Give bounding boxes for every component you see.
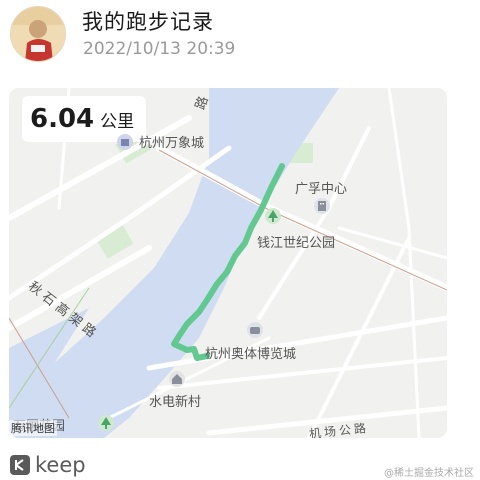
- avatar[interactable]: [10, 6, 66, 62]
- garden-tree-icon: [98, 415, 114, 431]
- keep-logo-icon: [10, 455, 30, 475]
- distance-value: 6.04: [30, 104, 95, 134]
- map-label-shuidian[interactable]: 水电新村: [149, 391, 201, 410]
- map-label-guangyu[interactable]: 广孚中心: [295, 178, 347, 197]
- park-tree-icon: [265, 208, 281, 224]
- route-map[interactable]: 6.04 公里 杭州万象城 路 广孚中心 钱江世纪公园 秋石高架路 杭州奥体博览…: [9, 88, 447, 438]
- keep-logo: keep: [10, 453, 86, 477]
- residence-icon: [169, 371, 185, 387]
- avatar-image: [11, 7, 65, 61]
- mall-icon: [117, 134, 133, 150]
- map-label-qianjiang-park[interactable]: 钱江世纪公园: [257, 232, 335, 251]
- map-label-olympic-expo[interactable]: 杭州奥体博览城: [205, 343, 296, 362]
- run-timestamp: 2022/10/13 20:39: [83, 39, 236, 59]
- keep-logo-text: keep: [35, 453, 86, 477]
- page-title: 我的跑步记录: [82, 10, 214, 34]
- map-attribution[interactable]: 腾讯地图: [9, 420, 57, 436]
- stadium-icon: [247, 322, 263, 338]
- building-icon: [314, 198, 330, 214]
- watermark: @稀土掘金技术社区: [384, 468, 474, 479]
- map-label-wanxiang[interactable]: 杭州万象城: [139, 132, 204, 151]
